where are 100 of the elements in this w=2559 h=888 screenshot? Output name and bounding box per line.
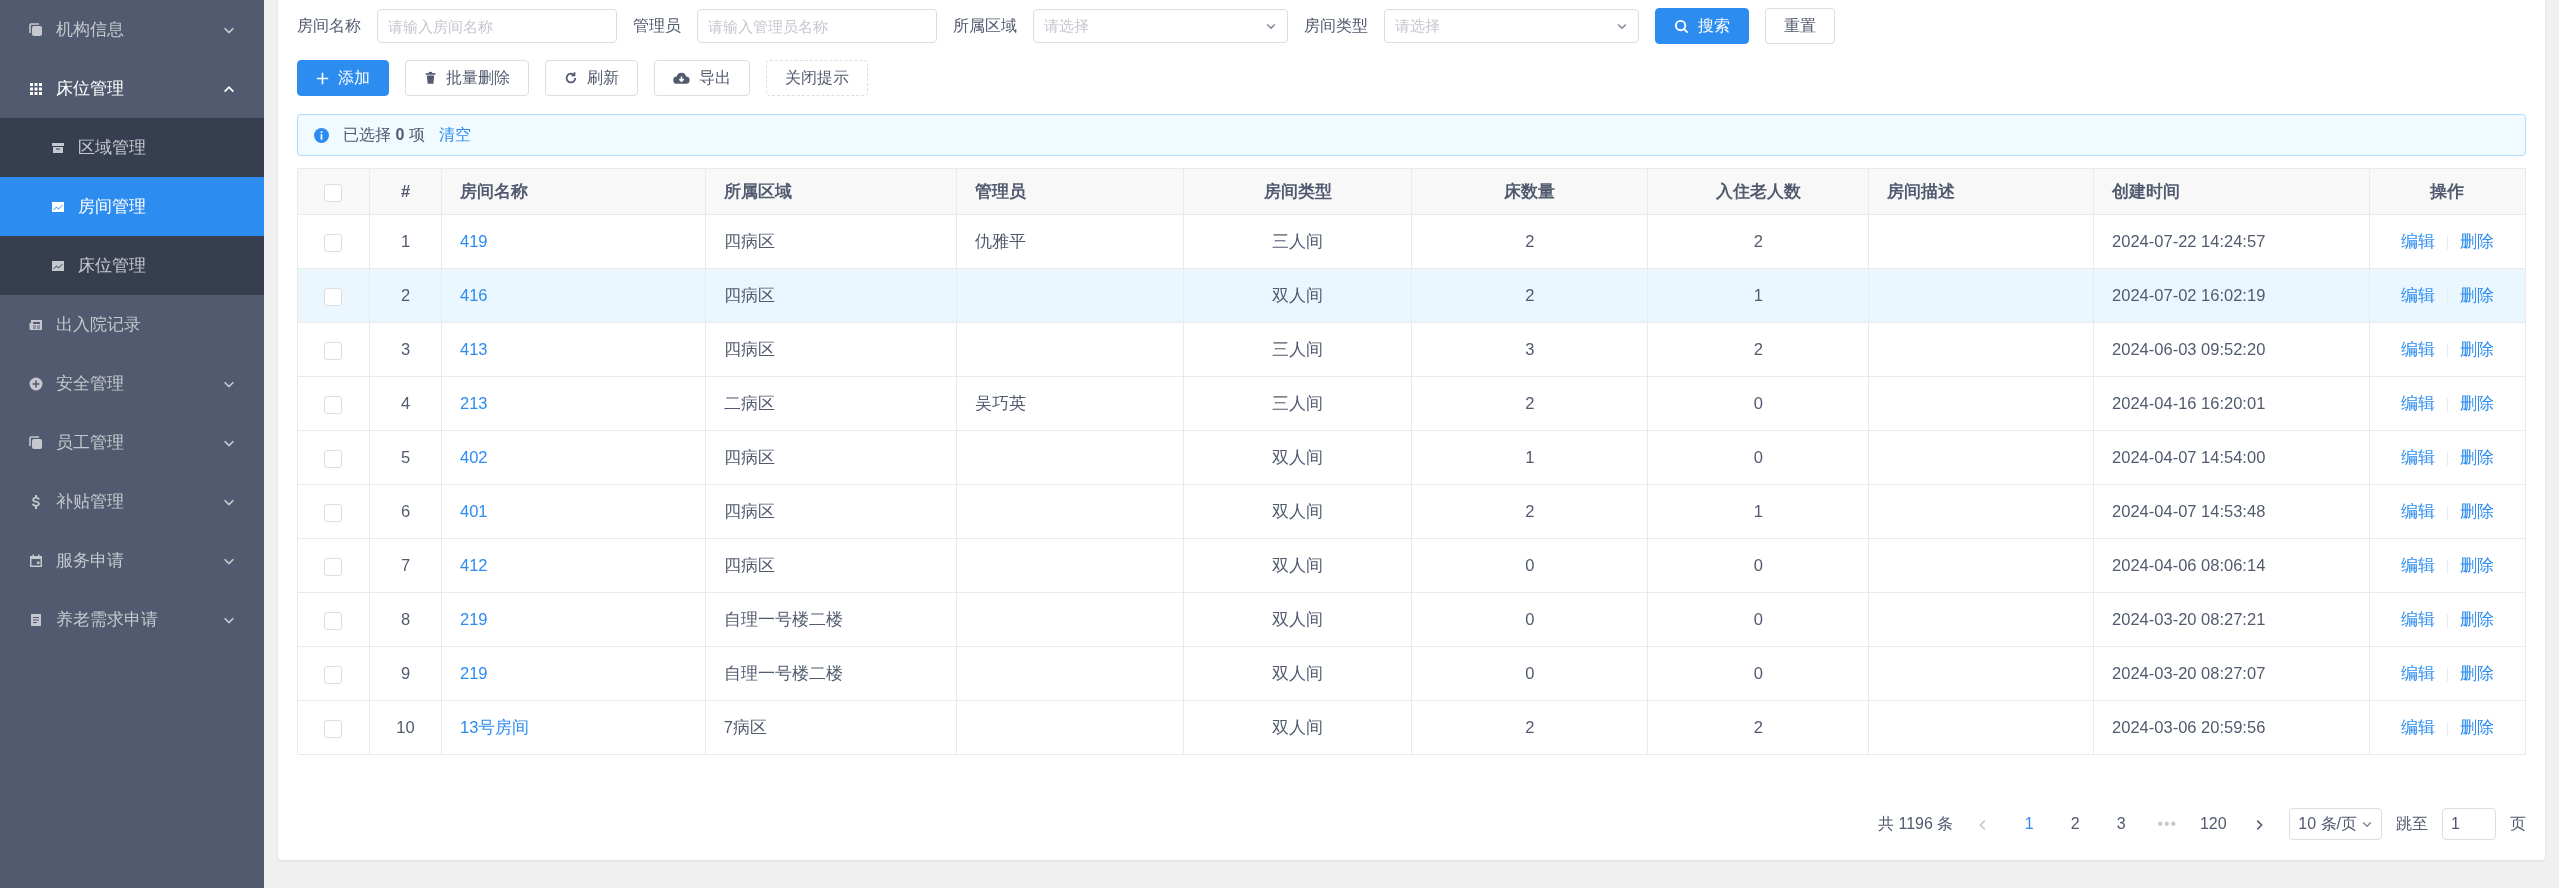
table-cell: 2 (1525, 286, 1535, 305)
table-cell: 自理一号楼二楼 (723, 610, 843, 629)
sidebar-item[interactable]: 补贴管理 (0, 472, 264, 531)
column-header: 床数量 (1411, 168, 1648, 215)
table-cell: 2024-04-07 14:53:48 (2112, 502, 2266, 521)
room-name-link[interactable]: 419 (459, 232, 488, 251)
submenu-item[interactable]: 床位管理 (0, 236, 264, 295)
row-checkbox[interactable] (324, 719, 343, 738)
room-name-link[interactable]: 219 (459, 664, 488, 683)
sidebar-item[interactable]: 出入院记录 (0, 295, 264, 354)
delete-link[interactable]: 删除 (2460, 286, 2494, 305)
room-name-link[interactable]: 402 (459, 448, 488, 467)
room-name-link[interactable]: 416 (459, 286, 488, 305)
page-number[interactable]: 3 (2105, 812, 2138, 836)
sidebar-item[interactable]: 服务申请 (0, 531, 264, 590)
batch-delete-button[interactable]: 批量删除 (405, 60, 529, 96)
edit-link[interactable]: 编辑 (2401, 610, 2435, 629)
delete-link[interactable]: 删除 (2460, 718, 2494, 737)
table-cell: 自理一号楼二楼 (723, 664, 843, 683)
clear-link[interactable]: 清空 (438, 123, 471, 147)
edit-link[interactable]: 编辑 (2401, 502, 2435, 521)
row-checkbox[interactable] (324, 287, 343, 306)
grid-icon (28, 80, 44, 97)
edit-link[interactable]: 编辑 (2401, 394, 2435, 413)
edit-link[interactable]: 编辑 (2401, 448, 2435, 467)
sidebar-item[interactable]: 养老需求申请 (0, 590, 264, 649)
table-cell: 2024-04-16 16:20:01 (2112, 394, 2266, 413)
table-cell: 2024-03-06 20:59:56 (2112, 718, 2266, 737)
table-cell: 3 (1525, 340, 1535, 359)
edit-link[interactable]: 编辑 (2401, 664, 2435, 683)
room-name-link[interactable]: 401 (459, 502, 488, 521)
select-all-checkbox[interactable] (324, 183, 343, 202)
table-cell: 吴巧英 (974, 394, 1026, 413)
copy-icon (28, 434, 44, 451)
delete-link[interactable]: 删除 (2460, 502, 2494, 521)
sidebar-item[interactable]: 床位管理 (0, 59, 264, 118)
row-checkbox[interactable] (324, 395, 343, 414)
edit-link[interactable]: 编辑 (2401, 340, 2435, 359)
table-cell: 1 (1753, 502, 1763, 521)
row-checkbox[interactable] (324, 341, 343, 360)
room-name-link[interactable]: 412 (459, 556, 488, 575)
export-button[interactable]: 导出 (654, 60, 750, 96)
submenu-item[interactable]: 房间管理 (0, 177, 264, 236)
table-cell: 0 (1753, 556, 1763, 575)
refresh-button[interactable]: 刷新 (545, 60, 638, 96)
delete-link[interactable]: 删除 (2460, 394, 2494, 413)
delete-link[interactable]: 删除 (2460, 232, 2494, 251)
delete-link[interactable]: 删除 (2460, 556, 2494, 575)
delete-link[interactable]: 删除 (2460, 340, 2494, 359)
sidebar-item[interactable]: 安全管理 (0, 354, 264, 413)
row-checkbox[interactable] (324, 611, 343, 630)
row-checkbox[interactable] (324, 665, 343, 684)
selection-count-text: 已选择 0 项 (343, 125, 425, 145)
delete-link[interactable]: 删除 (2460, 610, 2494, 629)
edit-link[interactable]: 编辑 (2401, 718, 2435, 737)
page-number[interactable]: 120 (2197, 812, 2230, 836)
row-number: 6 (400, 502, 411, 521)
sidebar-item[interactable]: 员工管理 (0, 413, 264, 472)
row-checkbox[interactable] (324, 449, 343, 468)
room-name-link[interactable]: 219 (459, 610, 488, 629)
page-number[interactable]: 2 (2059, 812, 2092, 836)
table-cell: 2 (1753, 340, 1763, 359)
row-checkbox[interactable] (324, 557, 343, 576)
filter-label: 所属区域 (953, 16, 1017, 36)
room-name-link[interactable]: 213 (459, 394, 488, 413)
submenu-item[interactable]: 区域管理 (0, 118, 264, 177)
row-checkbox[interactable] (324, 233, 343, 252)
edit-link[interactable]: 编辑 (2401, 286, 2435, 305)
row-number: 4 (400, 394, 411, 413)
reset-button[interactable]: 重置 (1765, 8, 1835, 44)
column-header: 入住老人数 (1647, 168, 1869, 215)
edit-link[interactable]: 编辑 (2401, 232, 2435, 251)
table-cell: 1 (1753, 286, 1763, 305)
room-name-link[interactable]: 13号房间 (459, 718, 530, 737)
table-cell: 双人间 (1272, 556, 1324, 575)
table-cell: 三人间 (1272, 394, 1324, 413)
row-checkbox[interactable] (324, 503, 343, 522)
room-name-link[interactable]: 413 (459, 340, 488, 359)
table-cell: 2 (1753, 232, 1763, 251)
table-cell: 二病区 (723, 394, 775, 413)
edit-link[interactable]: 编辑 (2401, 556, 2435, 575)
page-size-select[interactable]: 10 条/页 (2289, 808, 2382, 840)
column-header: 管理员 (956, 168, 1184, 215)
add-button[interactable]: 添加 (297, 60, 389, 96)
page-number[interactable]: 1 (2013, 812, 2046, 836)
table-cell: 四病区 (723, 232, 775, 251)
delete-link[interactable]: 删除 (2460, 448, 2494, 467)
page-jump-field[interactable]: 1 (2442, 808, 2496, 840)
column-header: 操作 (2369, 168, 2526, 215)
cloud-download-icon (673, 71, 690, 85)
info-icon (314, 127, 329, 143)
delete-link[interactable]: 删除 (2460, 664, 2494, 683)
table-cell: 2024-03-20 08:27:07 (2112, 664, 2266, 683)
row-number: 9 (400, 664, 411, 683)
column-header: # (369, 168, 442, 215)
search-button[interactable]: 搜索 (1655, 8, 1749, 44)
sidebar-item[interactable]: 机构信息 (0, 0, 264, 59)
filter-label: 房间类型 (1304, 16, 1368, 36)
close-tip-button[interactable]: 关闭提示 (766, 60, 868, 96)
trash-icon (424, 71, 437, 85)
